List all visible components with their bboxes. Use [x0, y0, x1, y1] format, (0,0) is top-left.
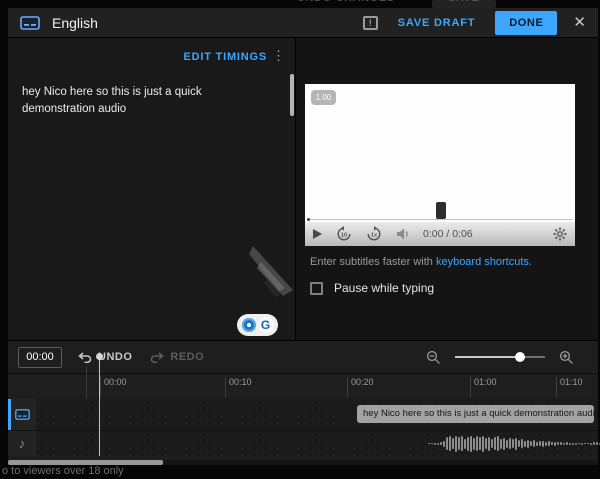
audio-track-lane[interactable]: [36, 431, 598, 456]
subtitle-text-panel: EDIT TIMINGS ⋮ hey Nico here so this is …: [8, 38, 296, 340]
timeline-ruler[interactable]: 00:00 00:10 00:20 01:00 01:10: [8, 373, 598, 399]
feedback-icon[interactable]: !: [363, 16, 378, 30]
subtitle-editor-dialog: English ! SAVE DRAFT DONE ✕ EDIT TIMINGS…: [8, 8, 598, 465]
waveform: [428, 431, 596, 456]
close-icon[interactable]: ✕: [573, 15, 586, 30]
timecode-input[interactable]: 00:00: [18, 347, 62, 368]
done-button[interactable]: DONE: [495, 11, 557, 35]
seekbar-position-dot: [307, 218, 310, 221]
timeline-scrollbar-thumb[interactable]: [8, 460, 163, 465]
pause-while-typing-checkbox[interactable]: [310, 282, 323, 295]
redo-icon: [150, 352, 164, 363]
zoom-out-icon[interactable]: [426, 350, 441, 365]
timeline-section: 00:00 UNDO REDO: [8, 340, 598, 465]
undo-button[interactable]: UNDO: [78, 351, 132, 363]
background-restriction-text: o to viewers over 18 only: [2, 465, 124, 477]
settings-gear-icon[interactable]: [553, 227, 567, 241]
ruler-tick-label: 00:10: [229, 377, 252, 387]
undo-label: UNDO: [98, 351, 132, 363]
pencil-cursor-artifact: [237, 244, 295, 308]
music-note-icon: ♪: [19, 436, 26, 451]
undo-icon: [78, 352, 92, 363]
shortcuts-hint: Enter subtitles faster with keyboard sho…: [310, 256, 532, 268]
video-frame[interactable]: 1.00 10: [305, 84, 575, 246]
play-icon[interactable]: [313, 229, 322, 239]
audio-track-header[interactable]: ♪: [8, 431, 36, 456]
player-controls: 10 1x: [305, 222, 575, 246]
subtitle-clip[interactable]: hey Nico here so this is just a quick de…: [357, 405, 594, 423]
active-track-indicator: [8, 399, 11, 430]
background-page-top: UNDO CHANGES SAVE: [0, 0, 600, 8]
pause-while-typing-label: Pause while typing: [334, 281, 434, 295]
ruler-tick-label: 01:00: [474, 377, 497, 387]
panel-scrollbar[interactable]: [290, 74, 294, 116]
time-display: 0:00 / 0:06: [423, 228, 473, 240]
kebab-menu-icon[interactable]: ⋮: [272, 49, 285, 62]
caption-track-icon: [15, 409, 30, 420]
ruler-tick-label: 00:00: [104, 377, 127, 387]
svg-text:1x: 1x: [371, 233, 378, 239]
subtitle-text-field[interactable]: hey Nico here so this is just a quick de…: [22, 84, 273, 119]
timeline-zoom-slider[interactable]: [455, 352, 545, 362]
zoom-in-icon[interactable]: [559, 350, 574, 365]
ruler-tick-label: 01:10: [560, 377, 583, 387]
extension-g-icon: G: [258, 317, 274, 333]
dialog-title: English: [52, 15, 98, 31]
timeline-tracks: hey Nico here so this is just a quick de…: [8, 399, 598, 456]
playhead-line: [99, 357, 100, 456]
audio-track-row: ♪: [8, 431, 598, 456]
subtitle-track-lane[interactable]: hey Nico here so this is just a quick de…: [36, 399, 598, 430]
hint-text: Enter subtitles faster with: [310, 256, 436, 268]
extension-dot-icon: [242, 318, 256, 332]
browser-extension-widget[interactable]: G: [237, 314, 278, 336]
redo-button[interactable]: REDO: [150, 351, 204, 363]
edit-timings-button[interactable]: EDIT TIMINGS: [183, 51, 267, 63]
subtitle-track-row: hey Nico here so this is just a quick de…: [8, 399, 598, 431]
captions-icon: [20, 16, 40, 30]
svg-text:10: 10: [341, 233, 347, 239]
video-preview-panel: 1.00 10: [296, 38, 598, 340]
timeline-scrollbar[interactable]: [8, 460, 598, 465]
video-seekbar[interactable]: [307, 219, 573, 220]
rewind-10-icon[interactable]: 10: [336, 226, 352, 242]
zoom-slider-thumb[interactable]: [515, 352, 525, 362]
background-save-button: SAVE: [432, 0, 496, 8]
playback-speed-badge: 1.00: [311, 90, 336, 105]
volume-icon[interactable]: [396, 227, 411, 241]
save-draft-button[interactable]: SAVE DRAFT: [398, 17, 475, 29]
playback-rate-icon[interactable]: 1x: [366, 226, 382, 242]
pause-while-typing-row: Pause while typing: [310, 281, 434, 295]
background-undo-changes-button: UNDO CHANGES: [297, 0, 395, 4]
dialog-header: English ! SAVE DRAFT DONE ✕: [8, 8, 598, 38]
video-cursor-marker: [436, 202, 446, 219]
ruler-tick-label: 00:20: [351, 377, 374, 387]
redo-label: REDO: [170, 351, 204, 363]
subtitle-track-header[interactable]: [8, 399, 36, 430]
keyboard-shortcuts-link[interactable]: keyboard shortcuts.: [436, 256, 532, 268]
